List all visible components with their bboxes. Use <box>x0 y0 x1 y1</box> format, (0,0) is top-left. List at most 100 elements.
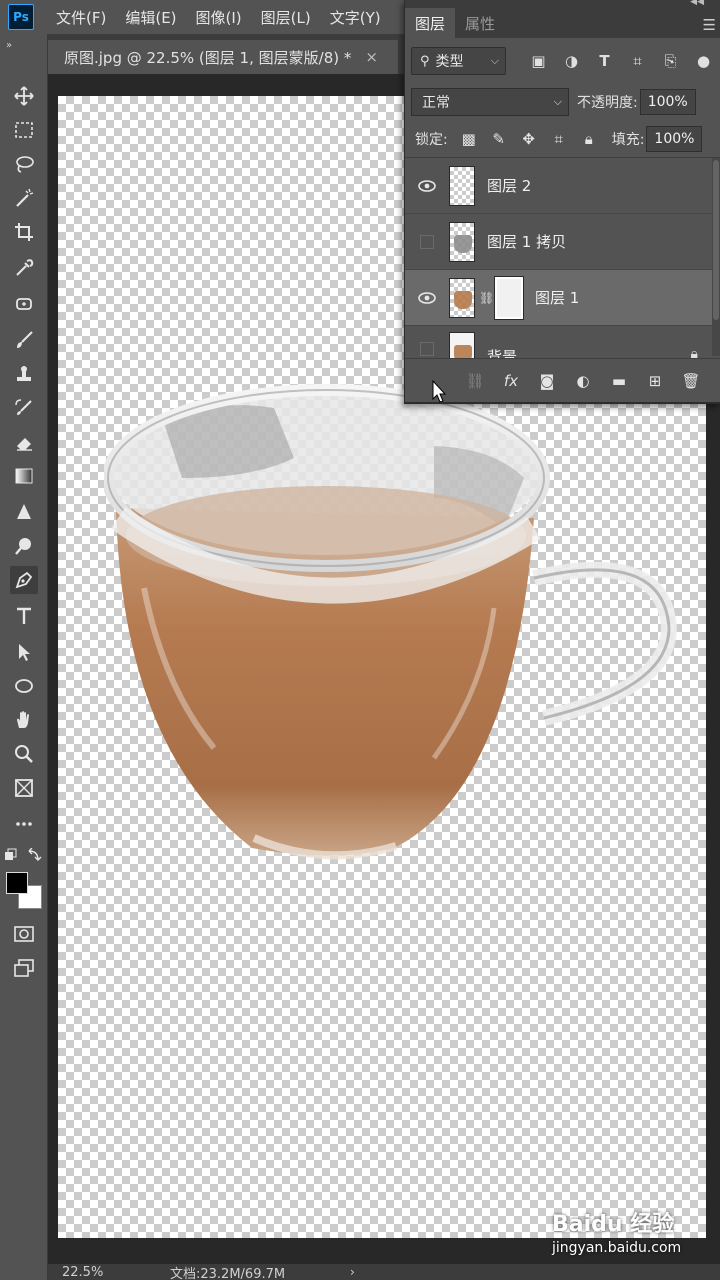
eraser-icon[interactable] <box>10 428 38 456</box>
marquee-icon[interactable] <box>10 116 38 144</box>
filter-toggle-icon[interactable]: ● <box>687 52 720 70</box>
healing-brush-icon[interactable] <box>10 290 38 318</box>
close-icon[interactable]: × <box>365 48 378 66</box>
status-menu-arrow[interactable]: › <box>350 1265 355 1279</box>
history-brush-icon[interactable] <box>10 394 38 422</box>
filter-smart-object-icon[interactable]: ⎘ <box>654 52 687 70</box>
panel-collapse-icon[interactable]: ◀◀ <box>690 0 704 7</box>
layer-row[interactable]: 图层 2 <box>405 158 720 214</box>
filter-kind-select[interactable]: ⚲ 类型 ⌵ <box>411 47 506 75</box>
watermark-brand: Baidu 经验 <box>552 1212 675 1237</box>
hand-icon[interactable] <box>10 706 38 734</box>
watermark-url: jingyan.baidu.com <box>552 1240 682 1256</box>
layer-name: 图层 2 <box>487 177 532 195</box>
opacity-input[interactable]: 100% <box>639 89 696 115</box>
lock-transparency-icon[interactable]: ▩ <box>454 130 484 148</box>
visibility-toggle[interactable] <box>405 234 449 249</box>
new-layer-icon[interactable]: ⊞ <box>637 372 673 390</box>
filter-icons: ▣ ◑ T ⌗ ⎘ ● <box>522 52 720 70</box>
crop-icon[interactable] <box>10 218 38 246</box>
document-tab-title: 原图.jpg @ 22.5% (图层 1, 图层蒙版/8) * <box>64 48 352 67</box>
filter-pixel-icon[interactable]: ▣ <box>522 52 555 70</box>
foreground-color-swatch[interactable] <box>6 872 28 894</box>
blend-mode-select[interactable]: 正常 ⌵ <box>411 88 569 116</box>
lock-position-icon[interactable]: ✥ <box>514 130 544 148</box>
tab-properties[interactable]: 属性 <box>455 8 505 38</box>
menu-type[interactable]: 文字(Y) <box>330 7 381 28</box>
menu-layer[interactable]: 图层(L) <box>261 7 311 28</box>
fill-input[interactable]: 100% <box>646 125 703 152</box>
layer-thumbnail <box>449 221 475 262</box>
adjustment-layer-icon[interactable]: ◐ <box>565 372 601 390</box>
more-tools-icon[interactable] <box>10 810 38 838</box>
zoom-icon[interactable] <box>10 740 38 768</box>
opacity-label: 不透明度: <box>577 95 638 111</box>
clone-stamp-icon[interactable] <box>10 360 38 388</box>
gradient-icon[interactable] <box>10 462 38 490</box>
document-size-info: 文档:23.2M/69.7M <box>170 1266 286 1280</box>
lasso-icon[interactable] <box>10 150 38 178</box>
layers-scrollbar-thumb[interactable] <box>713 160 719 320</box>
glass-tea-cup-image <box>104 384 678 860</box>
layer-thumbnail <box>449 165 475 206</box>
filter-kind-value: 类型 <box>435 54 464 70</box>
lock-pixels-icon[interactable]: ✎ <box>484 130 514 148</box>
document-tab[interactable]: 原图.jpg @ 22.5% (图层 1, 图层蒙版/8) * × <box>48 40 398 74</box>
blur-icon[interactable] <box>10 498 38 526</box>
layer-row[interactable]: 图层 1 拷贝 <box>405 214 720 270</box>
layer-mask-thumbnail[interactable] <box>494 275 524 320</box>
screen-mode-icon[interactable] <box>10 954 38 982</box>
menu-image[interactable]: 图像(I) <box>196 7 242 28</box>
panel-header-strip: ◀◀ <box>405 0 720 8</box>
filter-type-icon[interactable]: T <box>588 52 621 70</box>
visibility-toggle[interactable] <box>405 332 449 356</box>
move-icon[interactable] <box>10 82 38 110</box>
blend-opacity-row: 正常 ⌵ 不透明度: 100% <box>405 84 720 120</box>
path-selection-icon[interactable] <box>10 638 38 666</box>
toolbar-collapse-button[interactable]: » <box>6 40 12 51</box>
lock-all-icon[interactable]: 🔒︎ <box>574 130 604 148</box>
add-mask-icon[interactable]: ◙ <box>529 372 565 390</box>
layer-filter-row: ⚲ 类型 ⌵ ▣ ◑ T ⌗ ⎘ ● <box>405 38 720 84</box>
visibility-toggle[interactable] <box>405 291 449 304</box>
eye-icon <box>418 179 436 192</box>
mouse-cursor-icon <box>432 380 447 403</box>
ellipse-icon[interactable] <box>10 672 38 700</box>
tab-layers[interactable]: 图层 <box>405 8 456 38</box>
type-icon[interactable] <box>10 602 38 630</box>
cup-thumbnail-image <box>454 234 472 253</box>
layer-name: 图层 1 拷贝 <box>487 233 567 251</box>
baidu-watermark: Baidu 经验 jingyan.baidu.com <box>552 1206 681 1256</box>
panel-menu-icon[interactable]: ☰ <box>703 16 716 34</box>
brush-icon[interactable] <box>10 326 38 354</box>
search-icon: ⚲ <box>420 53 430 69</box>
magic-wand-icon[interactable] <box>10 184 38 212</box>
menu-edit[interactable]: 编辑(E) <box>125 7 176 28</box>
zoom-level[interactable]: 22.5% <box>62 1265 170 1280</box>
delete-layer-icon[interactable]: 🗑︎ <box>673 372 709 390</box>
layers-panel-footer: ⛓ fx ◙ ◐ ▬ ⊞ 🗑︎ <box>405 358 720 402</box>
swap-colors-icon[interactable] <box>4 848 44 866</box>
dodge-icon[interactable] <box>10 532 38 560</box>
filter-adjustment-icon[interactable]: ◑ <box>555 52 588 70</box>
ps-logo: Ps <box>8 4 34 30</box>
lock-artboard-icon[interactable]: ⌗ <box>544 130 574 148</box>
pen-icon[interactable] <box>10 566 38 594</box>
photoshop-window: Ps 文件(F) 编辑(E) 图像(I) 图层(L) 文字(Y) » 原图.jp… <box>0 0 720 1280</box>
layer-thumbnail[interactable] <box>449 277 475 318</box>
tools-panel: » <box>0 34 48 1280</box>
new-group-icon[interactable]: ▬ <box>601 372 637 390</box>
hidden-eye-box <box>420 234 434 249</box>
mask-link-icon[interactable]: ⛓ <box>479 291 494 305</box>
eyedropper-icon[interactable] <box>10 254 38 282</box>
quick-mask-icon[interactable] <box>10 920 38 948</box>
menu-file[interactable]: 文件(F) <box>56 7 106 28</box>
filter-shape-icon[interactable]: ⌗ <box>621 52 654 70</box>
layer-row-selected[interactable]: ⛓ 图层 1 <box>405 270 720 326</box>
frame-icon[interactable] <box>10 774 38 802</box>
visibility-toggle[interactable] <box>405 179 449 192</box>
fx-icon[interactable]: fx <box>493 372 529 390</box>
link-layers-icon[interactable]: ⛓ <box>457 372 493 390</box>
chevron-down-icon: ⌵ <box>490 54 499 67</box>
status-bar: 22.5% 文档:23.2M/69.7M › <box>48 1264 720 1280</box>
